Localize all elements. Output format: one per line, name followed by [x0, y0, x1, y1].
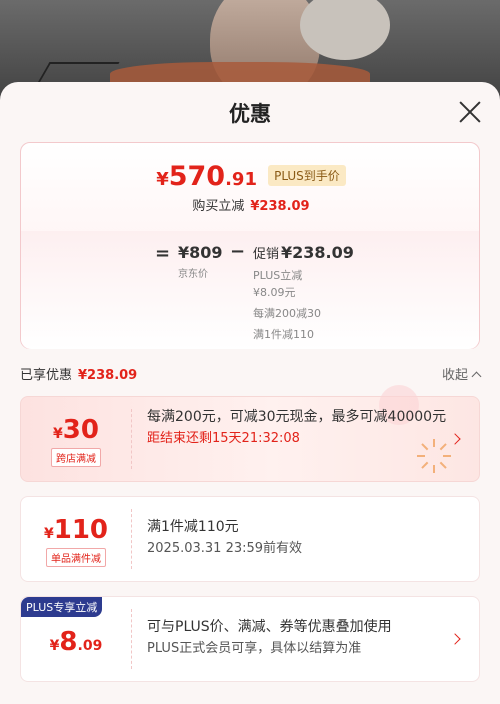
buy-amount: ¥238.09 — [250, 199, 310, 214]
coupon-tag: 单品满件减 — [46, 548, 106, 567]
promo-total: 促销 ¥238.09 — [253, 243, 354, 262]
price-symbol: ¥ — [156, 169, 169, 190]
promo-detail: PLUS立减 — [253, 269, 303, 282]
enjoyed-discount-row: 已享优惠 ¥238.09 收起 — [20, 364, 482, 384]
coupon-countdown: 距结束还剩15天21:32:08 — [147, 431, 300, 446]
sparkle-decoration — [417, 439, 451, 473]
coupon-tag: 跨店满减 — [51, 448, 101, 467]
coupon-note: PLUS正式会员可享，具体以结算为准 — [147, 641, 362, 656]
price-integer: 570 — [168, 161, 226, 192]
price-summary-card: ¥570.91 PLUS到手价 购买立减 ¥238.09 = ¥809 京东价 −… — [20, 142, 480, 349]
chevron-right-icon[interactable] — [449, 633, 461, 645]
jd-price: ¥809 — [178, 243, 223, 262]
plus-price-badge: PLUS到手价 — [268, 165, 346, 186]
coupon-amount: 110 — [53, 515, 109, 545]
coupon-card[interactable]: ¥30 跨店满减 每满200元，可减30元现金，最多可减40000元 距结束还剩… — [20, 385, 480, 482]
coupon-line: 可与PLUS价、满减、券等优惠叠加使用 — [147, 619, 392, 635]
coupon-symbol: ¥ — [53, 426, 63, 442]
coupon-validity: 2025.03.31 23:59前有效 — [147, 541, 303, 556]
promo-label: 促销 — [253, 247, 280, 262]
promo-detail: 满1件减110 — [253, 328, 314, 341]
sheet-title: 优惠 — [229, 102, 271, 126]
coupon-line: 每满200元，可减30元现金，最多可减40000元 — [147, 409, 447, 425]
minus-sign: − — [230, 241, 246, 262]
equals-sign: = — [155, 243, 171, 264]
coupon-symbol: ¥ — [43, 526, 54, 542]
enjoyed-amount: ¥238.09 — [78, 368, 138, 383]
promo-detail: 每满200减30 — [253, 307, 321, 320]
coupon-symbol: ¥ — [49, 638, 60, 654]
coupon-card[interactable]: PLUS专享立减 ¥8.09 可与PLUS价、满减、券等优惠叠加使用 PLUS正… — [20, 596, 480, 682]
coupon-value: ¥8.09 — [21, 597, 131, 681]
price-decimal: .91 — [225, 169, 257, 190]
coupon-amount: 8 — [59, 627, 78, 657]
coupon-card[interactable]: ¥110 单品满件减 满1件减110元 2025.03.31 23:59前有效 — [20, 496, 480, 582]
coupon-description: 每满200元，可减30元现金，最多可减40000元 距结束还剩15天21:32:… — [147, 407, 449, 449]
coupon-value: ¥110 单品满件减 — [21, 497, 131, 581]
chevron-right-icon[interactable] — [449, 433, 461, 445]
collapse-button[interactable]: 收起 — [441, 364, 482, 383]
chevron-up-icon — [471, 371, 482, 382]
buy-label: 购买立减 — [192, 199, 245, 214]
coupon-line: 满1件减110元 — [147, 519, 239, 535]
enjoyed-label: 已享优惠 — [20, 368, 73, 383]
collapse-label: 收起 — [441, 368, 468, 383]
discount-sheet: 优惠 ¥570.91 PLUS到手价 购买立减 ¥238.09 = ¥809 京东… — [0, 82, 500, 704]
promo-detail: ¥8.09元 — [253, 286, 296, 299]
buy-discount-line: 购买立减 ¥238.09 — [21, 195, 481, 214]
coupon-decimal: .09 — [77, 638, 103, 654]
promo-amount: ¥238.09 — [281, 243, 354, 262]
coupon-amount: 30 — [62, 415, 99, 445]
jd-price-label: 京东价 — [178, 269, 208, 280]
coupon-description: 满1件减110元 2025.03.31 23:59前有效 — [147, 517, 449, 559]
close-icon[interactable] — [456, 98, 484, 126]
final-price: ¥570.91 PLUS到手价 — [21, 161, 481, 192]
coupon-description: 可与PLUS价、满减、券等优惠叠加使用 PLUS正式会员可享，具体以结算为准 — [147, 617, 449, 659]
coupon-value: ¥30 跨店满减 — [21, 397, 131, 481]
